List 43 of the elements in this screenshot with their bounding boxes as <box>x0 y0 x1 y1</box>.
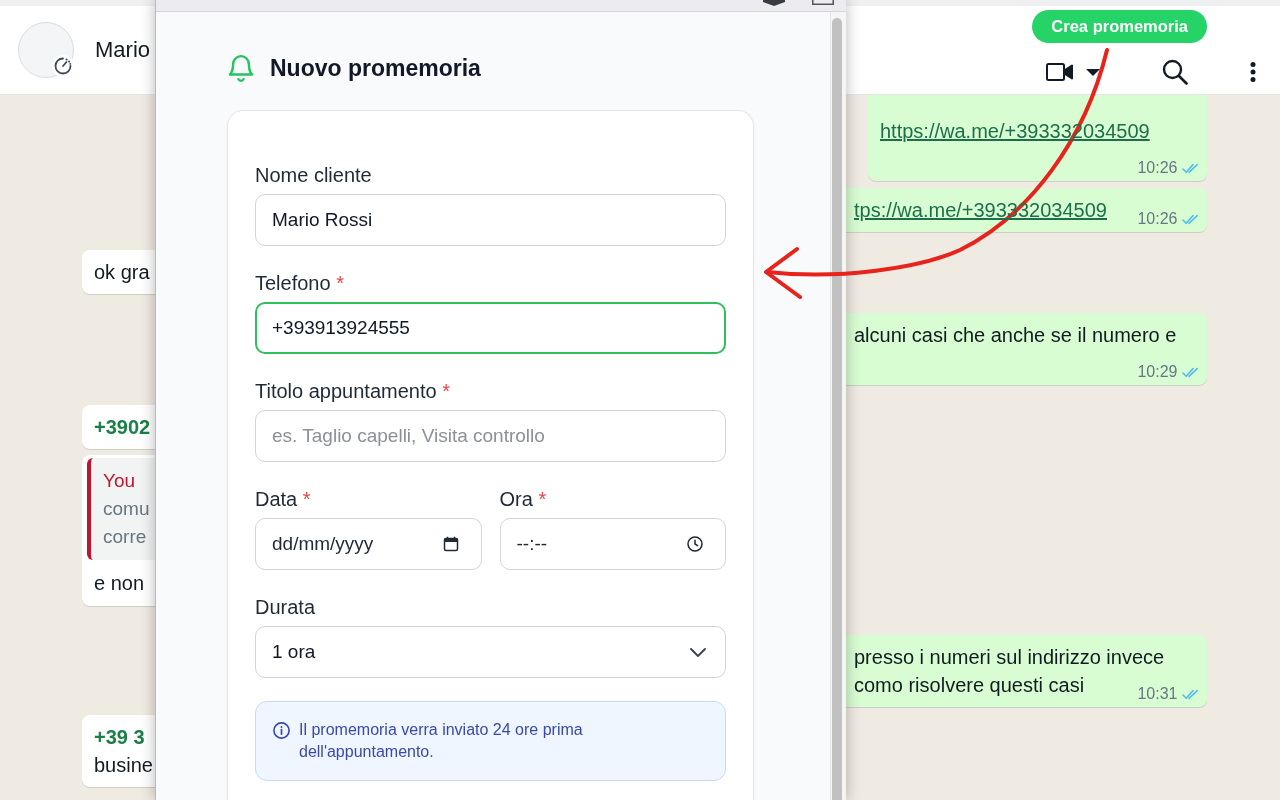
bell-icon <box>228 55 254 82</box>
field-label: Telefono * <box>255 271 344 295</box>
date-field[interactable]: dd/mm/yyyy <box>255 518 482 570</box>
message-time: 10:29 <box>1137 363 1178 381</box>
message-time: 10:26 <box>1137 210 1178 228</box>
popup-title: Nuovo promemoria <box>270 55 481 82</box>
field-label: Data * <box>255 487 311 511</box>
text-field[interactable]: es. Taglio capelli, Visita controllo <box>255 410 726 462</box>
sender-name: +39 3 <box>94 725 145 750</box>
sender-name: +3902 <box>94 415 151 440</box>
quoted-message[interactable]: You comu corre <box>87 458 155 560</box>
text-field[interactable]: Mario Rossi <box>255 194 726 246</box>
message-text: e non <box>94 571 145 596</box>
text-field[interactable]: +393913924555 <box>255 302 726 354</box>
message-text: presso i numeri sul indirizzo invece <box>854 646 1165 668</box>
quote-text: comu <box>103 497 150 521</box>
contact-name[interactable]: Mario <box>95 37 150 63</box>
menu-icon[interactable] <box>1250 62 1256 82</box>
clock-icon[interactable] <box>687 536 703 552</box>
info-icon <box>273 721 290 739</box>
calendar-icon[interactable] <box>442 536 459 552</box>
quote-author: You <box>103 469 136 493</box>
field-label: Ora * <box>499 487 547 511</box>
message-time: 10:31 <box>1137 685 1178 703</box>
chevron-down-icon <box>690 647 706 657</box>
field-label: Nome cliente <box>255 163 372 187</box>
field-label: Durata <box>255 595 316 619</box>
quote-text: corre <box>103 525 147 549</box>
shield-icon[interactable] <box>763 0 785 6</box>
message-time: 10:26 <box>1137 159 1178 177</box>
message-text: ok gra <box>94 260 150 285</box>
field-label: Titolo appuntamento * <box>255 379 450 403</box>
caret-icon[interactable] <box>1086 68 1100 76</box>
message-text: alcuni casi che anche se il numero e <box>854 323 1177 348</box>
video-camera-icon[interactable] <box>1046 62 1074 82</box>
time-field[interactable]: --:-- <box>499 518 726 570</box>
info-text: Il promemoria verra inviato 24 ore prima dell'appuntamento. <box>299 720 584 762</box>
timer-icon <box>52 55 74 77</box>
message-text: como risolvere questi casi <box>854 673 1085 698</box>
scrollbar-thumb[interactable] <box>832 18 842 800</box>
search-icon[interactable] <box>1162 59 1188 85</box>
select-field[interactable]: 1 ora <box>255 626 726 678</box>
message-text: busine <box>94 753 153 778</box>
